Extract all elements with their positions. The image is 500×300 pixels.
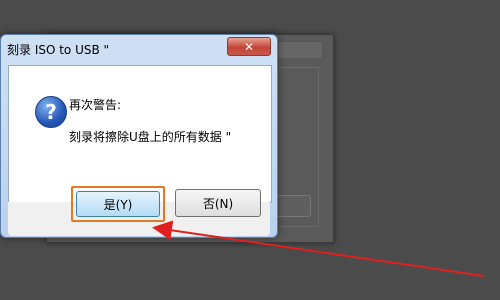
annotation-arrow-line bbox=[152, 220, 485, 277]
annotation-arrow bbox=[152, 220, 485, 277]
